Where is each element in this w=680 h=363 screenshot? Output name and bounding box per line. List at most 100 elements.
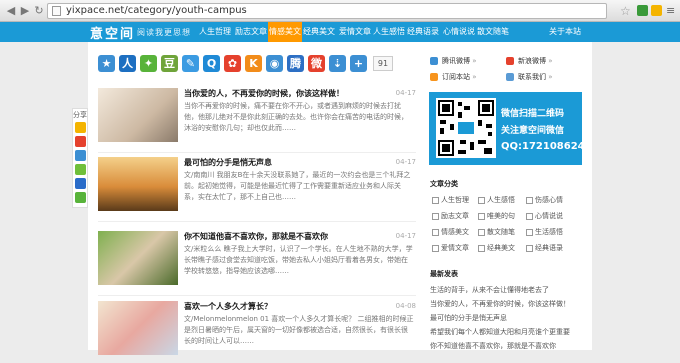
category-link[interactable]: 伤感心情 xyxy=(526,195,563,205)
nav-item[interactable]: 人生哲理 xyxy=(198,22,232,42)
category-link[interactable]: 散文随笔 xyxy=(478,227,515,237)
tqq-icon[interactable] xyxy=(74,150,86,161)
camera-icon[interactable]: ◉ xyxy=(266,55,283,72)
post-item: 喜欢一个人多久才算长？ 04-08 文/Melonmelonmelon 01 喜欢一… xyxy=(98,301,416,363)
mail-icon xyxy=(506,73,514,81)
post-item: 你不知道他喜不喜欢你，那就是不喜欢你 04-17 文/米粒么么 瞧子我上大学时，认识… xyxy=(98,231,416,293)
more-share-icon[interactable] xyxy=(74,192,86,203)
category-link[interactable]: 唯美的句 xyxy=(478,211,515,221)
site-slogan: 阅读我更思想 xyxy=(137,28,191,37)
category-title: 文章分类 xyxy=(430,180,458,188)
back-icon[interactable]: ◀ xyxy=(4,4,18,18)
extension-icon[interactable] xyxy=(637,5,648,16)
post-title[interactable]: 你不知道他喜不喜欢你，那就是不喜欢你 xyxy=(184,231,328,242)
nav-item[interactable]: 爱情文章 xyxy=(338,22,372,42)
nav-item[interactable]: 心情说说 xyxy=(442,22,476,42)
post-thumbnail[interactable] xyxy=(98,301,178,355)
post-date: 04-08 xyxy=(395,302,416,310)
forward-icon[interactable]: ▶ xyxy=(18,4,32,18)
post-divider xyxy=(98,152,416,153)
post-title[interactable]: 喜欢一个人多久才算长？ xyxy=(184,301,272,312)
post-item: 当你爱的人，不再爱你的时候，你该这样做！ 04-17 当你不再爱你的时候，痛不要在你… xyxy=(98,88,416,150)
post-date: 04-17 xyxy=(395,158,416,166)
extension-icon[interactable] xyxy=(651,5,662,16)
post-date: 04-17 xyxy=(395,232,416,240)
sidebar-link-rss[interactable]: 订阅本站 » xyxy=(430,71,477,83)
promo-line1: 微信扫描二维码 xyxy=(501,109,565,119)
pen-icon[interactable]: ✎ xyxy=(182,55,199,72)
qr-code-icon xyxy=(436,98,496,158)
renren-icon[interactable]: 人 xyxy=(119,55,136,72)
site-header: 意空间 阅读我更思想 人生哲理 励志文章 情感美文 经典美文 爱情文章 人生感悟 经典语录心… xyxy=(0,22,680,42)
recent-title: 最新发表 xyxy=(430,270,458,278)
weibo-icon xyxy=(506,57,514,65)
category-link[interactable]: 人生感悟 xyxy=(478,195,515,205)
sidebar-link-tqq[interactable]: 腾讯微博 » xyxy=(430,55,477,67)
reload-icon[interactable]: ↻ xyxy=(32,4,46,18)
address-bar[interactable]: yixpace.net/category/youth-campus xyxy=(47,3,607,19)
category-link[interactable]: 人生哲理 xyxy=(432,195,469,205)
weibo-icon[interactable]: 微 xyxy=(308,55,325,72)
sidebar-link-weibo[interactable]: 新浪微博 » xyxy=(506,55,553,67)
douban-icon[interactable]: 豆 xyxy=(161,55,178,72)
nav-item[interactable]: 经典美文 xyxy=(302,22,336,42)
nav-item[interactable]: 励志文章 xyxy=(234,22,268,42)
qq-icon[interactable]: Q xyxy=(203,55,220,72)
kaixin-icon[interactable]: K xyxy=(245,55,262,72)
nav-item[interactable]: 情感美文 xyxy=(268,22,302,42)
post-excerpt: 文/南南川 我朋友B在十余天没联系她了，最近的一次约会也是三个礼拜之前。起初她觉… xyxy=(184,171,411,201)
promo-line2: 关注意空间微信 xyxy=(501,126,565,136)
renren-icon[interactable] xyxy=(74,178,86,189)
qzone-icon[interactable]: ★ xyxy=(98,55,115,72)
wechat-icon[interactable] xyxy=(74,164,86,175)
category-link[interactable]: 经典语录 xyxy=(526,243,563,253)
rss-icon xyxy=(430,73,438,81)
browser-toolbar: ◀ ▶ ↻ yixpace.net/category/youth-campus … xyxy=(0,0,680,22)
nav-item[interactable]: 人生感悟 xyxy=(372,22,406,42)
plus-icon[interactable]: + xyxy=(350,55,367,72)
post-excerpt: 文/Melonmelonmelon 01 喜欢一个人多久才算长呢？ 二组推相的时… xyxy=(184,315,414,345)
post-item: 最可怕的分手是悄无声息 04-17 文/南南川 我朋友B在十余天没联系她了，最近的一… xyxy=(98,157,416,219)
category-link[interactable]: 励志文章 xyxy=(432,211,469,221)
recent-post-link[interactable]: 生活的背手，从来不会让懂得地老去了 xyxy=(430,285,549,295)
share-label: 分享 xyxy=(73,111,87,119)
bookmark-star-icon[interactable]: ☆ xyxy=(620,4,631,18)
category-link[interactable]: 经典美文 xyxy=(478,243,515,253)
post-title[interactable]: 最可怕的分手是悄无声息 xyxy=(184,157,272,168)
weibo-icon[interactable] xyxy=(74,136,86,147)
recent-post-link[interactable]: 希望我们每个人都知道大阳和月亮谁个更重要 xyxy=(430,327,570,337)
nav-item[interactable]: 关于本站 xyxy=(548,22,582,42)
promo-qq: QQ:172108624 xyxy=(501,141,585,152)
category-link[interactable]: 爱情文章 xyxy=(432,243,469,253)
post-divider xyxy=(98,221,416,222)
recent-post-link[interactable]: 当你爱的人，不再爱你的时候，你该这样做！ xyxy=(430,299,570,309)
category-link[interactable]: 生活感悟 xyxy=(526,227,563,237)
floating-share-panel: 分享 xyxy=(72,108,88,208)
post-date: 04-17 xyxy=(395,89,416,97)
page-icon xyxy=(52,6,61,16)
post-thumbnail[interactable] xyxy=(98,231,178,285)
url-text: yixpace.net/category/youth-campus xyxy=(66,5,247,16)
qzone-icon[interactable] xyxy=(74,122,86,133)
nav-item[interactable]: 经典语录 xyxy=(406,22,440,42)
post-divider xyxy=(98,295,416,296)
site-logo[interactable]: 意空间 xyxy=(90,23,135,42)
post-title[interactable]: 当你爱的人，不再爱你的时候，你该这样做！ xyxy=(184,88,344,99)
tqq-icon[interactable]: 腾 xyxy=(287,55,304,72)
wrench-icon[interactable]: ≡ xyxy=(666,4,675,17)
bookmark-icon[interactable]: ⇣ xyxy=(329,55,346,72)
share-count[interactable]: 91 xyxy=(373,56,393,71)
post-thumbnail[interactable] xyxy=(98,157,178,211)
sidebar-link-contact[interactable]: 联系我们 » xyxy=(506,71,553,83)
favorite-icon[interactable]: ✦ xyxy=(140,55,157,72)
category-link[interactable]: 情感美文 xyxy=(432,227,469,237)
baidu-icon[interactable]: ✿ xyxy=(224,55,241,72)
nav-item[interactable]: 散文随笔 xyxy=(476,22,510,42)
category-link[interactable]: 心情说说 xyxy=(526,211,563,221)
post-excerpt: 当你不再爱你的时候，痛不要在你不开心，或者遇到麻烦的时候去打扰他，他那儿绝对不是… xyxy=(184,102,408,132)
post-excerpt: 文/米粒么么 瞧子我上大学时，认识了一个学长。在人生地不熟的大学，学长带瞧子感过… xyxy=(184,245,413,275)
tqq-icon xyxy=(430,57,438,65)
post-thumbnail[interactable] xyxy=(98,88,178,142)
recent-post-link[interactable]: 最可怕的分手是悄无声息 xyxy=(430,313,507,323)
wechat-promo: 微信扫描二维码 关注意空间微信 QQ:172108624 xyxy=(429,92,585,165)
